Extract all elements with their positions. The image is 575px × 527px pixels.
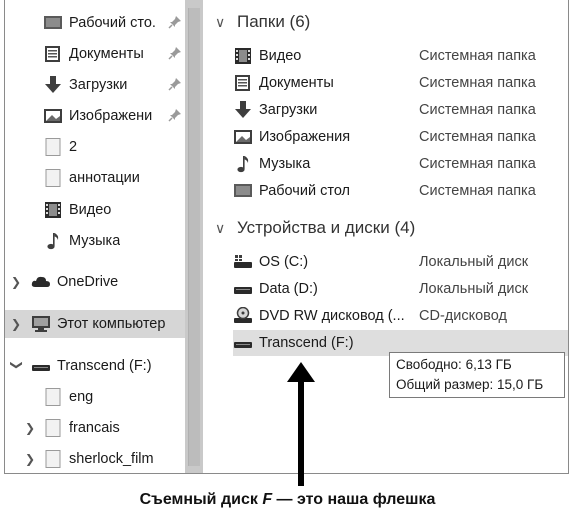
caption-text-end: — это наша флешка [272,491,436,508]
caption-text-start: Съемный диск [139,491,263,508]
figure-caption: Съемный диск F — это наша флешка [0,491,575,509]
caption-drive-letter: F [262,491,273,508]
annotation-arrow [287,362,315,486]
